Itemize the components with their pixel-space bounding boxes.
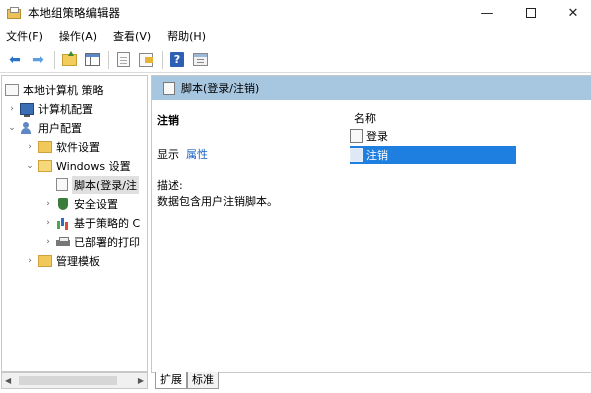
tree-node-label: 计算机配置 [38,102,93,116]
list-item-label: 登录 [366,130,388,143]
tree-node-windows-settings[interactable]: ⌄ Windows 设置 [25,156,131,175]
close-button[interactable]: ✕ [550,0,591,26]
properties-icon [192,53,208,66]
tree-node-admin-templates[interactable]: › 管理模板 [25,251,100,270]
menu-help[interactable]: 帮助(H) [167,28,206,44]
show-hide-tree-icon [84,53,100,66]
title-bar: 本地组策略编辑器 — ✕ [0,0,591,26]
scrollbar-thumb[interactable] [19,376,117,385]
tree-node-label: Windows 设置 [56,159,131,173]
back-arrow-icon: ⬅ [9,51,21,68]
tab-extended[interactable]: 扩展 [155,372,187,389]
properties-button[interactable] [191,51,209,69]
document-icon [116,52,130,67]
details-pane: 脚本(登录/注销) 注销 显示 属性 描述: 数据包含用户注销脚本。 名称 登录 … [151,75,591,372]
help-icon: ? [170,52,184,67]
column-header-name[interactable]: 名称 [354,110,376,126]
forward-arrow-icon: ➡ [32,51,44,68]
tree-node-label: 软件设置 [56,140,100,154]
script-document-icon [350,148,363,162]
tree-node-label: 管理模板 [56,254,100,268]
collapse-icon[interactable]: ⌄ [25,161,35,171]
expand-icon[interactable]: › [7,104,17,114]
user-icon [20,121,34,134]
tree-node-label: 基于策略的 C [74,216,141,230]
toolbar-separator [54,50,55,69]
show-properties-row: 显示 属性 [157,146,208,162]
scroll-right-icon[interactable]: ▶ [138,376,144,385]
tree-node-root[interactable]: 本地计算机 策略 [5,80,104,99]
script-document-icon [56,178,68,191]
tree-node-label: 安全设置 [74,197,118,211]
bar-chart-icon [56,217,70,229]
menu-action[interactable]: 操作(A) [59,28,97,44]
menu-view[interactable]: 查看(V) [113,28,151,44]
up-one-level-button[interactable] [60,50,78,69]
tree-node-user-config[interactable]: ⌄ 用户配置 [7,118,82,137]
tree-node-label: 脚本(登录/注 [72,175,139,194]
computer-icon [20,102,34,117]
help-button[interactable]: ? [168,51,186,69]
tab-standard[interactable]: 标准 [187,372,219,389]
security-shield-icon [56,197,70,210]
list-item-label: 注销 [366,149,388,162]
toolbar-separator [162,50,163,69]
forward-button[interactable]: ➡ [29,51,47,69]
tree-node-security-settings[interactable]: › 安全设置 [43,194,118,213]
back-button[interactable]: ⬅ [6,51,24,69]
show-label: 显示 [157,148,179,161]
details-header-title: 脚本(登录/注销) [181,82,260,95]
script-document-icon [163,81,175,95]
description-label: 描述: [157,179,183,192]
export-list-icon [139,52,153,67]
tree-node-deployed-printers[interactable]: › 已部署的打印 [43,232,140,251]
tree-node-software-settings[interactable]: › 软件设置 [25,137,100,156]
export-list-button[interactable] [137,51,155,69]
view-tabs: 扩展 标准 [151,372,591,393]
expand-icon[interactable]: › [43,218,53,228]
tree-node-label: 本地计算机 策略 [23,83,104,97]
extension-item-title: 注销 [157,114,179,127]
policy-icon [5,83,19,96]
expand-icon[interactable]: › [43,237,53,247]
tree-horizontal-scrollbar[interactable]: ◀ ▶ [1,372,148,389]
console-tree[interactable]: 本地计算机 策略 › 计算机配置 ⌄ 用户配置 › 软件设置 ⌄ Windows… [1,75,148,372]
folder-icon [38,254,52,267]
list-item-logoff[interactable]: 注销 [350,146,516,164]
details-header: 脚本(登录/注销) [152,76,591,100]
folder-icon [38,140,52,153]
printer-icon [56,236,70,248]
scroll-left-icon[interactable]: ◀ [5,376,11,385]
properties-link[interactable]: 属性 [186,148,208,161]
expand-icon[interactable]: › [43,199,53,209]
maximize-icon [526,8,536,18]
tree-node-scripts[interactable]: 脚本(登录/注 [56,175,139,194]
collapse-icon[interactable]: ⌄ [7,123,17,133]
tree-node-policy-based-qos[interactable]: › 基于策略的 C [43,213,140,232]
toolbar: ⬅ ➡ ? [0,47,591,73]
tree-node-computer-config[interactable]: › 计算机配置 [7,99,93,118]
page-button[interactable] [114,51,132,69]
group-policy-app-icon [7,7,21,19]
window-title: 本地组策略编辑器 [28,6,120,20]
show-hide-tree-button[interactable] [83,51,101,69]
minimize-button[interactable]: — [464,0,510,26]
description-text: 数据包含用户注销脚本。 [157,195,278,208]
list-item-logon[interactable]: 登录 [350,127,388,145]
tree-node-label: 已部署的打印 [74,235,140,249]
tree-node-label: 用户配置 [38,121,82,135]
maximize-button[interactable] [508,0,554,26]
expand-icon[interactable]: › [25,256,35,266]
expand-icon[interactable]: › [25,142,35,152]
folder-open-icon [38,159,52,172]
menu-bar: 文件(F) 操作(A) 查看(V) 帮助(H) [0,26,591,46]
toolbar-separator [108,50,109,69]
menu-file[interactable]: 文件(F) [6,28,43,44]
script-document-icon [350,129,363,143]
folder-up-icon [61,50,77,66]
